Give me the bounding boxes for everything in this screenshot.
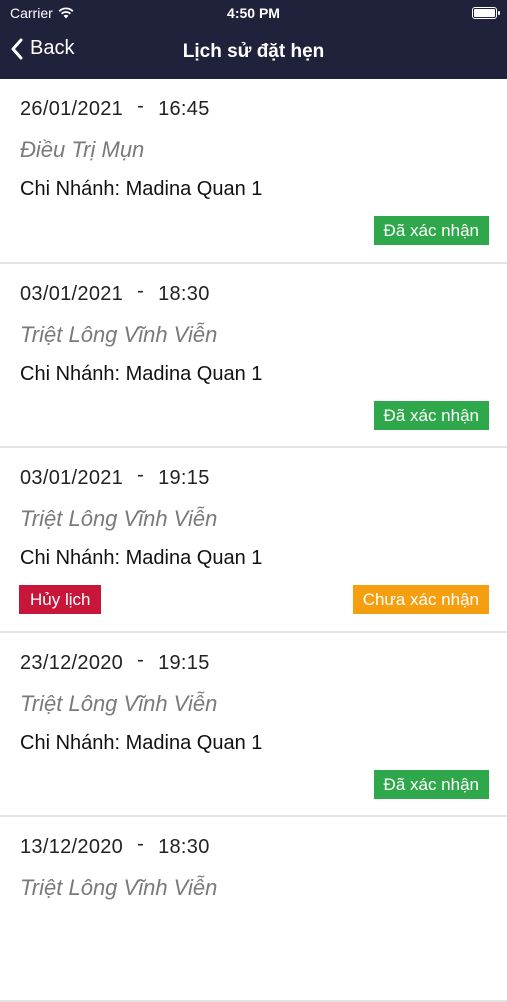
appointment-date: 03/01/2021: [20, 282, 124, 305]
appointment-datetime: 26/01/2021-16:45: [20, 95, 210, 121]
appointment-date: 03/01/2021: [20, 467, 124, 489]
appointment-branch: Chi Nhánh: Madina Quan 1: [20, 178, 263, 200]
appointment-branch: Chi Nhánh: Madina Quan 1: [20, 547, 263, 569]
datetime-separator: -: [137, 464, 145, 486]
appointment-service: Triệt Lông Vĩnh Viễn: [20, 321, 218, 347]
appointment-service: Điều Trị Mụn: [20, 137, 145, 162]
appointment-card[interactable]: 03/01/2021-19:15 Triệt Lông Vĩnh Viễn Ch…: [0, 448, 507, 633]
datetime-separator: -: [137, 648, 145, 671]
appointment-time: 16:45: [158, 98, 210, 120]
appointment-service: Triệt Lông Vĩnh Viễn: [20, 690, 218, 716]
appointment-service: Triệt Lông Vĩnh Viễn: [20, 875, 218, 900]
battery-icon: [472, 7, 500, 19]
status-bar: Carrier 4:50 PM: [0, 0, 507, 28]
appointment-datetime: 03/01/2021-18:30: [20, 279, 210, 306]
datetime-separator: -: [137, 279, 145, 302]
appointment-list: 26/01/2021-16:45 Điều Trị Mụn Chi Nhánh:…: [0, 79, 507, 1002]
appointment-datetime: 23/12/2020-19:15: [20, 648, 210, 675]
appointment-branch: Chi Nhánh: Madina Quan 1: [20, 362, 263, 385]
appointment-branch: Chi Nhánh: Madina Quan 1: [20, 731, 263, 754]
appointment-card[interactable]: 23/12/2020-19:15 Triệt Lông Vĩnh Viễn Ch…: [0, 633, 507, 817]
cancel-appointment-button[interactable]: Hủy lịch: [19, 585, 102, 614]
appointment-card[interactable]: 26/01/2021-16:45 Điều Trị Mụn Chi Nhánh:…: [0, 79, 507, 264]
appointment-date: 26/01/2021: [20, 98, 124, 120]
status-badge: Chưa xác nhận: [352, 585, 489, 614]
datetime-separator: -: [137, 95, 145, 117]
navigation-bar: Back Lịch sử đặt hẹn: [0, 28, 507, 79]
top-header: Carrier 4:50 PM Back Lịch sử đặt hẹn: [0, 0, 507, 79]
appointment-date: 13/12/2020: [20, 836, 124, 858]
appointment-date: 23/12/2020: [20, 651, 124, 674]
status-badge: Đã xác nhận: [373, 769, 489, 799]
appointment-datetime: 13/12/2020-18:30: [20, 833, 210, 859]
appointment-service: Triệt Lông Vĩnh Viễn: [20, 506, 218, 531]
status-badge: Đã xác nhận: [373, 400, 489, 430]
page-title: Lịch sử đặt hẹn: [182, 41, 325, 62]
appointment-time: 19:15: [158, 467, 210, 489]
datetime-separator: -: [137, 833, 145, 855]
status-time: 4:50 PM: [227, 5, 280, 21]
appointment-time: 18:30: [158, 836, 210, 858]
appointment-card[interactable]: 13/12/2020-18:30 Triệt Lông Vĩnh Viễn: [0, 817, 507, 1002]
appointment-time: 18:30: [158, 282, 210, 305]
status-badge: Đã xác nhận: [373, 216, 489, 245]
appointment-datetime: 03/01/2021-19:15: [20, 464, 210, 490]
appointment-card[interactable]: 03/01/2021-18:30 Triệt Lông Vĩnh Viễn Ch…: [0, 264, 507, 448]
appointment-time: 19:15: [158, 651, 210, 674]
